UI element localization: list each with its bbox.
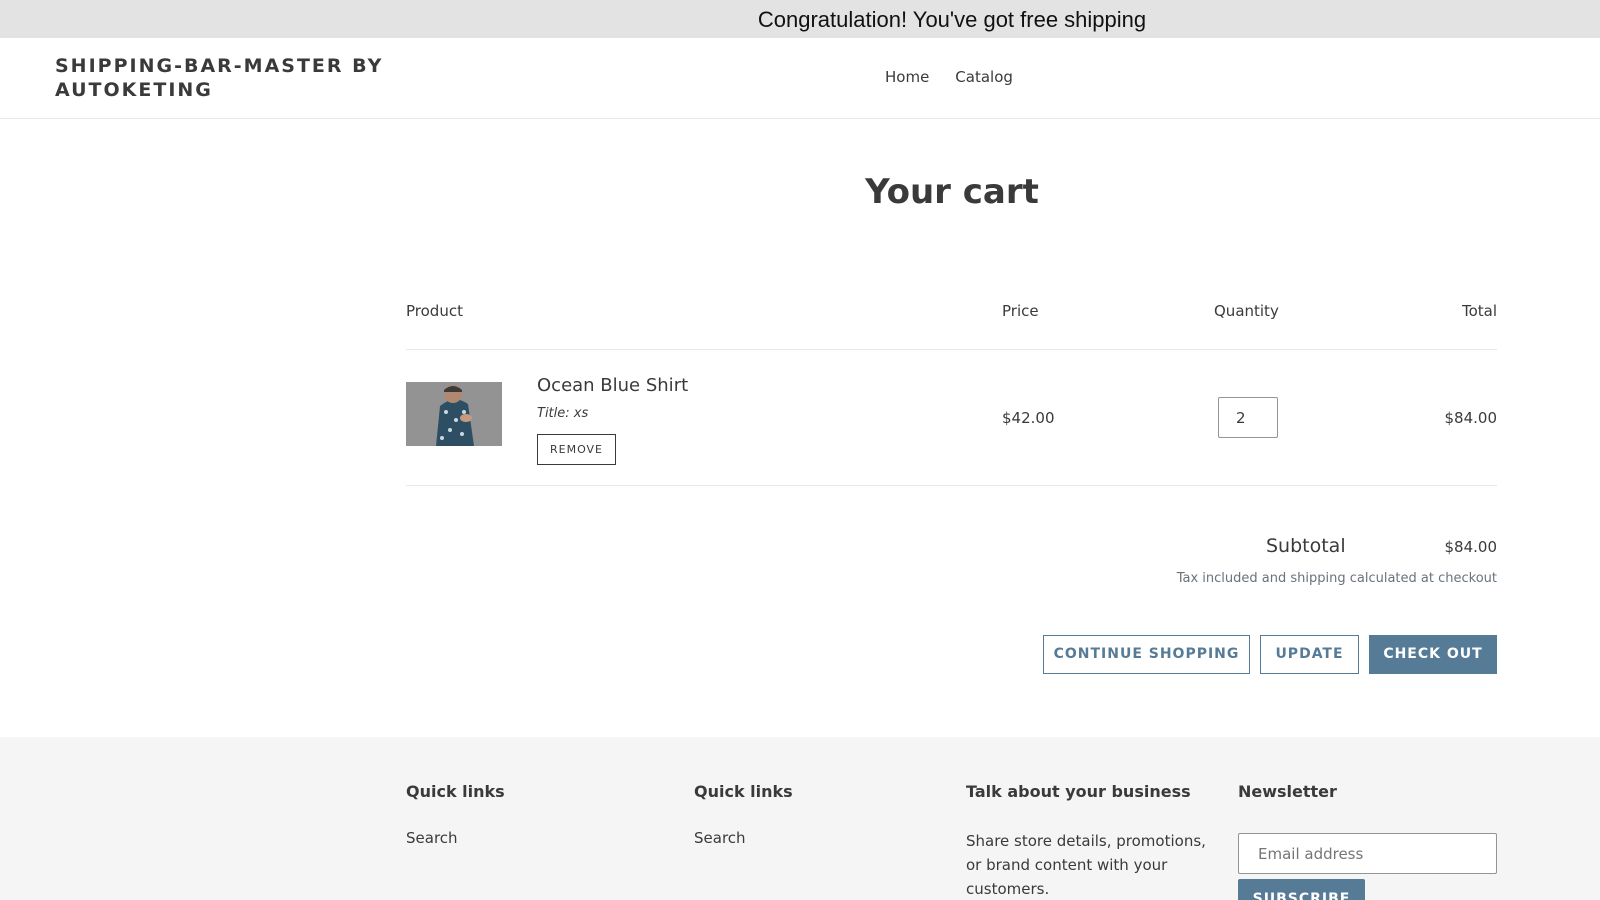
site-header: SHIPPING-BAR-MASTER BY AUTOKETING Home C… bbox=[0, 38, 1600, 119]
column-header-product: Product bbox=[406, 302, 463, 320]
product-image[interactable] bbox=[406, 382, 502, 446]
subscribe-button[interactable]: SUBSCRIBE bbox=[1238, 879, 1365, 900]
column-header-price: Price bbox=[1002, 302, 1039, 320]
continue-shopping-button[interactable]: CONTINUE SHOPPING bbox=[1043, 635, 1250, 674]
remove-button[interactable]: REMOVE bbox=[537, 434, 616, 465]
announcement-text: Congratulation! You've got free shipping bbox=[757, 7, 1147, 32]
tax-note: Tax included and shipping calculated at … bbox=[1176, 571, 1497, 586]
table-divider bbox=[406, 485, 1497, 486]
nav-catalog[interactable]: Catalog bbox=[955, 68, 1013, 86]
site-footer: Quick links Search Quick links Search Ta… bbox=[0, 737, 1600, 900]
footer-heading-newsletter: Newsletter bbox=[1238, 782, 1337, 801]
column-header-quantity: Quantity bbox=[1214, 302, 1279, 320]
item-total: $84.00 bbox=[1444, 409, 1498, 427]
table-divider bbox=[406, 349, 1497, 350]
main-nav: Home Catalog bbox=[885, 68, 1013, 86]
quantity-input[interactable] bbox=[1218, 397, 1278, 438]
product-name[interactable]: Ocean Blue Shirt bbox=[537, 375, 688, 396]
footer-link-search-2[interactable]: Search bbox=[694, 829, 746, 847]
newsletter-email-input[interactable] bbox=[1238, 833, 1497, 874]
announcement-bar: Congratulation! You've got free shipping bbox=[0, 0, 1600, 38]
update-button[interactable]: UPDATE bbox=[1260, 635, 1359, 674]
footer-business-text: Share store details, promotions, or bran… bbox=[966, 832, 1206, 898]
store-logo[interactable]: SHIPPING-BAR-MASTER BY AUTOKETING bbox=[55, 54, 435, 102]
footer-heading-quick-links-2: Quick links bbox=[694, 782, 793, 801]
footer-heading-business: Talk about your business bbox=[966, 782, 1191, 801]
page-title: Your cart bbox=[865, 172, 1039, 212]
nav-home[interactable]: Home bbox=[885, 68, 929, 86]
item-price: $42.00 bbox=[1002, 409, 1055, 427]
subtotal-label: Subtotal bbox=[1266, 535, 1346, 557]
checkout-button[interactable]: CHECK OUT bbox=[1369, 635, 1497, 674]
product-variant: Title: xs bbox=[537, 406, 589, 421]
column-header-total: Total bbox=[1461, 302, 1497, 320]
subtotal-value: $84.00 bbox=[1444, 538, 1498, 556]
footer-link-search[interactable]: Search bbox=[406, 829, 458, 847]
footer-heading-quick-links: Quick links bbox=[406, 782, 505, 801]
